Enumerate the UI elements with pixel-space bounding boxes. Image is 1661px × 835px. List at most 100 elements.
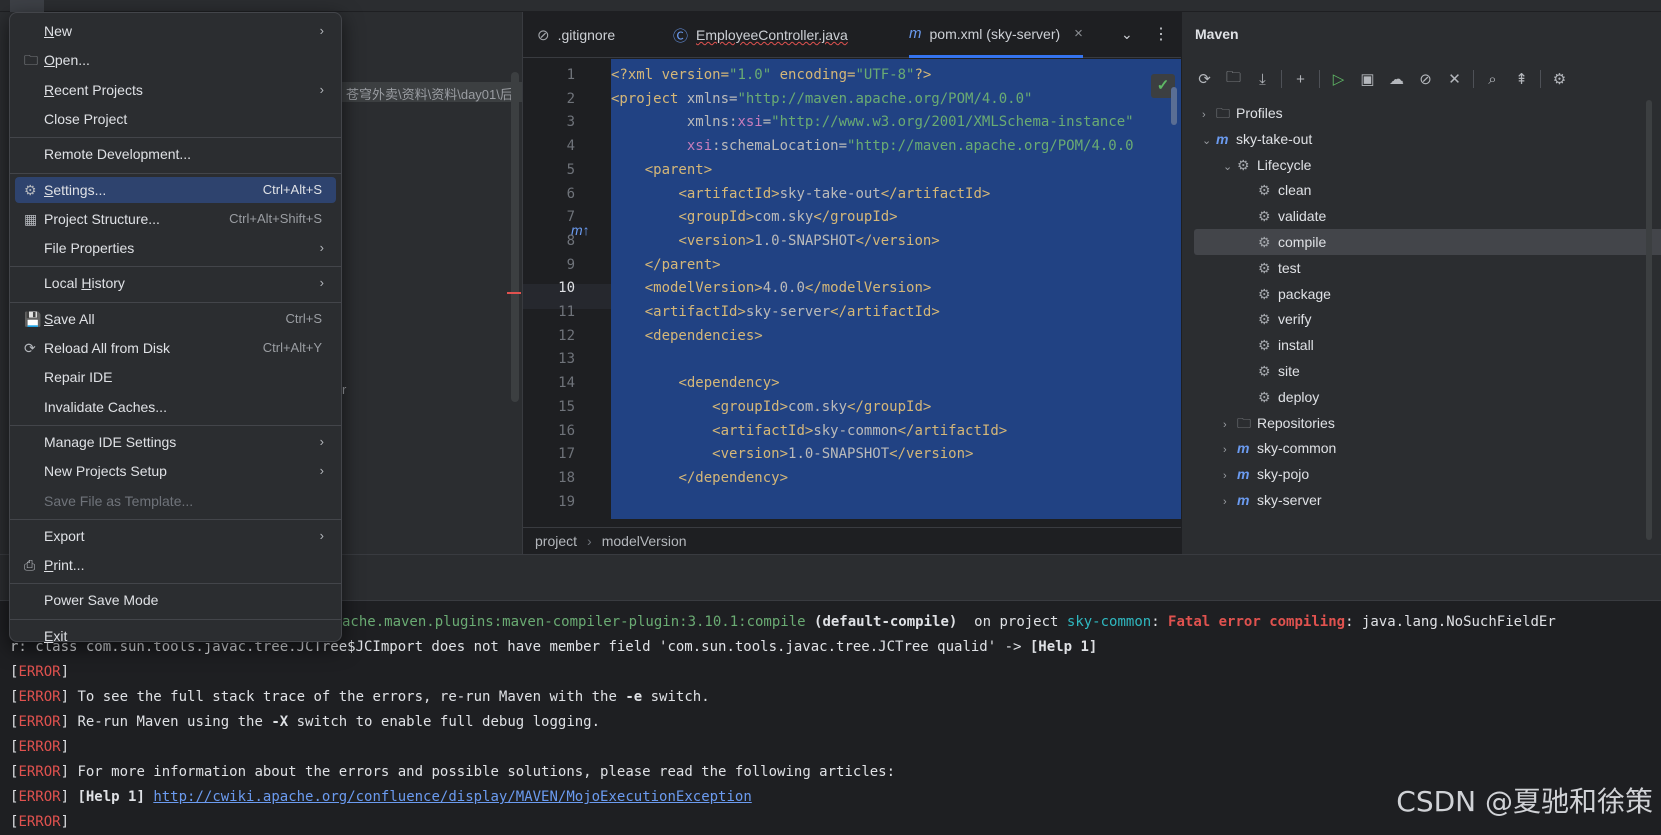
maven-tree-item-sky-pojo[interactable]: › m sky-pojo: [1194, 461, 1661, 487]
maven-tree-item-repositories[interactable]: › 🗀 Repositories: [1194, 410, 1661, 436]
run-config-icon[interactable]: ▣: [1353, 70, 1382, 88]
chevron-down-icon[interactable]: ⌄: [1202, 128, 1216, 154]
maven-tree-item-compile[interactable]: ⚙ compile: [1194, 229, 1661, 255]
maven-tree-item-deploy[interactable]: ⚙ deploy: [1194, 384, 1661, 410]
code-token: "1.0": [729, 67, 772, 83]
line-number: 5: [566, 161, 575, 178]
analyze-icon[interactable]: ⌕: [1478, 71, 1507, 88]
line-number: 17: [558, 446, 575, 463]
tab-gitignore[interactable]: ⊘ .gitignore: [537, 12, 615, 58]
menu-item-reload-all-from-disk[interactable]: ⟳ Reload All from Disk Ctrl+Alt+Y: [15, 335, 336, 361]
title-strip-tab[interactable]: [10, 0, 44, 12]
download-icon[interactable]: ⤓: [1248, 71, 1277, 88]
maven-tree-item-verify[interactable]: ⚙ verify: [1194, 306, 1661, 332]
menu-item-label: New: [44, 23, 73, 39]
maven-m-icon: m: [909, 25, 922, 42]
title-strip: [0, 0, 1661, 12]
editor-scrollbar[interactable]: [1171, 87, 1177, 125]
line-number: 2: [566, 90, 575, 107]
maven-tree-item-install[interactable]: ⚙ install: [1194, 332, 1661, 358]
menu-item-local-history[interactable]: Local History ›: [15, 270, 336, 296]
output-text: [Help 1]: [1029, 639, 1098, 655]
menu-item-settings[interactable]: ⚙ Settings... Ctrl+Alt+S: [15, 176, 336, 203]
code-line: <artifactId>sky-take-out</artifactId>: [611, 182, 990, 207]
maven-tree-item-site[interactable]: ⚙ site: [1194, 358, 1661, 384]
menu-item-invalidate-caches[interactable]: Invalidate Caches...: [15, 394, 336, 420]
add-folder-icon[interactable]: 🗀: [1219, 67, 1248, 92]
maven-tree-item-clean[interactable]: ⚙ clean: [1194, 177, 1661, 203]
run-icon[interactable]: ▷: [1324, 70, 1353, 88]
menu-item-recent-projects[interactable]: Recent Projects ›: [15, 77, 336, 103]
menu-item-manage-ide-settings[interactable]: Manage IDE Settings ›: [15, 429, 336, 455]
chevron-down-icon[interactable]: ⌄: [1223, 154, 1237, 180]
line-number: 19: [558, 493, 575, 510]
gear-icon: ⚙: [1258, 363, 1271, 379]
tab-label: pom.xml (sky-server): [929, 25, 1061, 42]
structure-icon: ▦: [24, 210, 38, 227]
error-marker: [507, 292, 521, 294]
menu-item-label: Repair IDE: [44, 369, 113, 386]
chevron-right-icon[interactable]: ›: [1223, 437, 1237, 463]
help-link[interactable]: http://cwiki.apache.org/confluence/displ…: [153, 789, 751, 805]
chevron-right-icon: ›: [319, 23, 324, 38]
menu-separator: [10, 172, 341, 174]
gear-icon: ⚙: [1258, 311, 1271, 328]
reload-icon[interactable]: ⟳: [1190, 70, 1219, 88]
menu-item-repair-ide[interactable]: Repair IDE: [15, 364, 336, 390]
mnemonic: R: [44, 81, 55, 98]
skip-tests-icon[interactable]: ⊘: [1411, 70, 1440, 88]
menu-item-file-properties[interactable]: File Properties ›: [15, 235, 336, 261]
plus-icon[interactable]: +: [1286, 71, 1315, 88]
maven-scrollbar[interactable]: [1646, 100, 1652, 540]
code-line: <groupId>com.sky</groupId>: [611, 395, 931, 420]
settings-icon[interactable]: ⚙: [1545, 70, 1574, 88]
offline-icon[interactable]: ☁: [1382, 70, 1411, 88]
breadcrumb-model-version[interactable]: modelVersion: [602, 533, 687, 549]
menu-item-exit[interactable]: Exit: [15, 623, 336, 649]
menu-item-print[interactable]: ⎙ Print...: [15, 552, 336, 578]
tab-employee-controller[interactable]: Ⓒ EmployeeController.java: [673, 12, 848, 58]
tab-pom-xml[interactable]: m pom.xml (sky-server) ×: [909, 12, 1083, 58]
chevron-right-icon[interactable]: ›: [1202, 102, 1216, 128]
close-icon[interactable]: ×: [1074, 25, 1083, 42]
code-line: <dependencies>: [611, 324, 763, 349]
maven-tree-item-sky-common[interactable]: › m sky-common: [1194, 435, 1661, 461]
menu-item-save-all[interactable]: 💾 Save All Ctrl+S: [15, 306, 336, 332]
menu-item-export[interactable]: Export ›: [15, 523, 336, 549]
menu-item-power-save-mode[interactable]: Power Save Mode: [15, 587, 336, 613]
breadcrumb: project › modelVersion: [523, 527, 1182, 554]
expand-icon[interactable]: ⇞: [1507, 70, 1536, 88]
line-number: 13: [558, 351, 575, 368]
menu-item-remote-development[interactable]: Remote Development...: [15, 141, 336, 167]
maven-tree-item-validate[interactable]: ⚙ validate: [1194, 203, 1661, 229]
code-area[interactable]: <?xml version="1.0" encoding="UTF-8"?> <p…: [611, 59, 1182, 519]
chevron-right-icon[interactable]: ›: [1223, 463, 1237, 489]
menu-item-new[interactable]: New ›: [15, 18, 336, 44]
chevron-right-icon[interactable]: ›: [1223, 412, 1237, 438]
menu-item-project-structure[interactable]: ▦ Project Structure... Ctrl+Alt+Shift+S: [15, 206, 336, 232]
chevron-right-icon: ›: [319, 463, 324, 479]
menu-item-close-project[interactable]: Close Project: [15, 106, 336, 132]
maven-tree-item-test[interactable]: ⚙ test: [1194, 255, 1661, 281]
project-scrollbar[interactable]: [511, 72, 519, 402]
maven-tree-item-profiles[interactable]: › 🗀 Profiles: [1194, 100, 1661, 126]
maven-tree-item-sky-server[interactable]: › m sky-server: [1194, 487, 1661, 513]
maven-tree-item-lifecycle[interactable]: ⌄ ⚙ Lifecycle: [1194, 152, 1661, 178]
output-text: :: [1151, 614, 1169, 630]
line-number: 10: [558, 280, 575, 297]
maven-tree-item-sky-take-out[interactable]: ⌄ m sky-take-out: [1194, 126, 1661, 152]
collapse-icon[interactable]: ✕: [1440, 70, 1469, 88]
output-text: ] Re-run Maven using the: [60, 714, 272, 730]
chevron-down-icon[interactable]: ⌄: [1121, 26, 1133, 43]
breadcrumb-project[interactable]: project: [535, 533, 577, 549]
code-token: <version>: [712, 446, 789, 463]
output-text: ] To see the full stack trace of the err…: [60, 689, 626, 705]
kebab-menu-icon[interactable]: ⋮: [1153, 24, 1169, 44]
output-text: ERROR: [18, 764, 61, 780]
output-text: switch.: [642, 689, 710, 705]
menu-item-open[interactable]: 🗀 Open...: [15, 47, 336, 73]
code-line: <modelVersion>4.0.0</modelVersion>: [611, 276, 932, 301]
chevron-right-icon[interactable]: ›: [1223, 489, 1237, 515]
maven-tree-item-package[interactable]: ⚙ package: [1194, 281, 1661, 307]
menu-item-new-projects-setup[interactable]: New Projects Setup ›: [15, 458, 336, 484]
